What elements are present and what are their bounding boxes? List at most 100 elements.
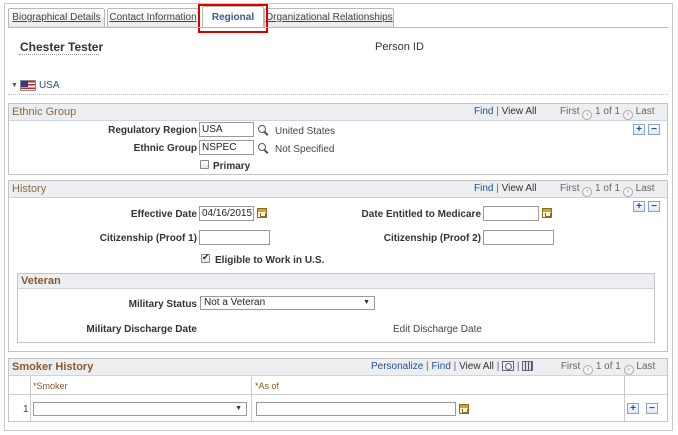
grid-col-divider <box>624 376 625 421</box>
add-row-button[interactable]: + <box>633 124 645 135</box>
country-label: USA <box>38 79 60 91</box>
person-name-underline <box>19 54 99 55</box>
chevron-down-icon: ▼ <box>235 405 242 412</box>
personalize-link[interactable]: Personalize <box>371 361 423 372</box>
edit-discharge-date-text: Edit Discharge Date <box>393 324 482 335</box>
row-number: 1 <box>23 404 29 415</box>
effective-date-label: Effective Date <box>130 209 197 220</box>
find-link[interactable]: Find <box>431 361 450 372</box>
smoker-history-nav: Personalize | Find | View All | | First … <box>371 361 655 375</box>
military-status-select[interactable]: Not a Veteran ▼ <box>200 296 375 310</box>
zoom-icon[interactable] <box>502 361 515 371</box>
ethnic-group-section: Ethnic Group Find | View All First ‹ 1 o… <box>8 103 668 175</box>
view-all-link[interactable]: View All <box>502 183 537 194</box>
person-id-label: Person ID <box>375 41 424 53</box>
view-all-link[interactable]: View All <box>459 361 494 372</box>
primary-checkbox[interactable] <box>200 160 209 169</box>
citizenship-proof2-label: Citizenship (Proof 2) <box>383 233 481 244</box>
ethnic-group-lookup-icon[interactable] <box>258 143 268 153</box>
eligible-to-work-label: Eligible to Work in U.S. <box>215 255 325 266</box>
find-link[interactable]: Find <box>474 183 493 194</box>
military-status-value: Not a Veteran <box>204 297 266 308</box>
collapse-arrow-icon[interactable]: ▼ <box>11 82 18 89</box>
smoker-select[interactable]: ▼ <box>33 402 247 416</box>
effective-date-input[interactable]: 04/16/2015 <box>199 206 254 221</box>
first-link[interactable]: First <box>561 361 580 372</box>
history-title: History <box>12 183 47 195</box>
regulatory-region-lookup-icon[interactable] <box>258 125 268 135</box>
next-row-icon[interactable]: › <box>622 110 633 120</box>
nav-separator: | <box>496 106 499 117</box>
nav-separator: | <box>426 361 429 372</box>
last-link[interactable]: Last <box>636 361 655 372</box>
country-toggle[interactable]: ▼ USA <box>11 78 60 92</box>
smoker-history-header: Smoker History Personalize | Find | View… <box>9 359 667 376</box>
medicare-date-input[interactable] <box>483 206 539 221</box>
us-flag-icon <box>19 79 36 91</box>
nav-separator: | <box>453 361 457 372</box>
delete-row-button[interactable]: − <box>646 403 658 414</box>
section-separator <box>8 94 668 95</box>
tab-divider <box>8 27 668 28</box>
military-discharge-date-label: Military Discharge Date <box>86 324 197 335</box>
regulatory-region-description: United States <box>275 126 336 137</box>
row-counter: 1 of 1 <box>595 106 621 117</box>
history-nav: Find | View All First ‹ 1 of 1 › Last <box>474 183 655 197</box>
veteran-header: Veteran <box>18 274 654 289</box>
grid-header-line <box>9 394 667 395</box>
calendar-icon[interactable] <box>459 404 469 414</box>
ethnic-group-description: Not Specified <box>275 144 335 155</box>
ethnic-group-label: Ethnic Group <box>133 143 197 154</box>
view-all-link[interactable]: View All <box>502 106 537 117</box>
prev-row-icon[interactable]: ‹ <box>582 187 593 197</box>
chevron-down-icon: ▼ <box>363 299 370 306</box>
ethnic-group-nav: Find | View All First ‹ 1 of 1 › Last <box>474 106 655 120</box>
grid-col-divider <box>251 376 252 421</box>
nav-separator: | <box>516 361 520 372</box>
tab-contact-information[interactable]: Contact Information <box>107 8 199 27</box>
tab-biographical-details[interactable]: Biographical Details <box>8 8 105 27</box>
prev-row-icon[interactable]: ‹ <box>583 365 594 375</box>
calendar-icon[interactable] <box>542 208 552 218</box>
next-row-icon[interactable]: › <box>623 365 634 375</box>
tab-highlight-box <box>198 4 268 33</box>
ethnic-group-header: Ethnic Group Find | View All First ‹ 1 o… <box>9 104 667 121</box>
military-status-label: Military Status <box>128 299 197 310</box>
eligible-to-work-checkbox[interactable] <box>201 252 210 263</box>
tab-organizational-relationships[interactable]: Organizational Relationships <box>264 8 394 27</box>
medicare-date-label: Date Entitled to Medicare <box>361 209 481 220</box>
first-link[interactable]: First <box>560 106 579 117</box>
download-grid-icon[interactable] <box>522 361 534 371</box>
grid-col-divider <box>30 376 31 421</box>
next-row-icon[interactable]: › <box>622 187 633 197</box>
last-link[interactable]: Last <box>636 106 655 117</box>
regulatory-region-label: Regulatory Region <box>108 125 197 136</box>
veteran-title: Veteran <box>21 275 61 287</box>
prev-row-icon[interactable]: ‹ <box>582 110 593 120</box>
smoker-history-title: Smoker History <box>12 361 94 373</box>
primary-label: Primary <box>213 161 251 172</box>
last-link[interactable]: Last <box>636 183 655 194</box>
history-header: History Find | View All First ‹ 1 of 1 ›… <box>9 181 667 198</box>
add-row-button[interactable]: + <box>627 403 639 414</box>
column-header-as-of[interactable]: *As of <box>255 381 279 391</box>
add-row-button[interactable]: + <box>633 201 645 212</box>
column-header-smoker[interactable]: *Smoker <box>33 381 68 391</box>
row-counter: 1 of 1 <box>595 361 621 372</box>
row-counter: 1 of 1 <box>595 183 621 194</box>
citizenship-proof2-input[interactable] <box>483 230 554 245</box>
nav-separator: | <box>496 361 500 372</box>
delete-row-button[interactable]: − <box>648 201 660 212</box>
ethnic-group-title: Ethnic Group <box>12 106 77 118</box>
delete-row-button[interactable]: − <box>648 124 660 135</box>
nav-separator: | <box>496 183 499 194</box>
find-link[interactable]: Find <box>474 106 493 117</box>
regulatory-region-input[interactable]: USA <box>199 122 254 137</box>
as-of-date-input[interactable] <box>256 402 456 416</box>
citizenship-proof1-input[interactable] <box>199 230 270 245</box>
person-name: Chester Tester <box>20 40 104 54</box>
calendar-icon[interactable] <box>257 208 267 218</box>
first-link[interactable]: First <box>560 183 579 194</box>
ethnic-group-input[interactable]: NSPEC <box>199 140 254 155</box>
citizenship-proof1-label: Citizenship (Proof 1) <box>99 233 197 244</box>
